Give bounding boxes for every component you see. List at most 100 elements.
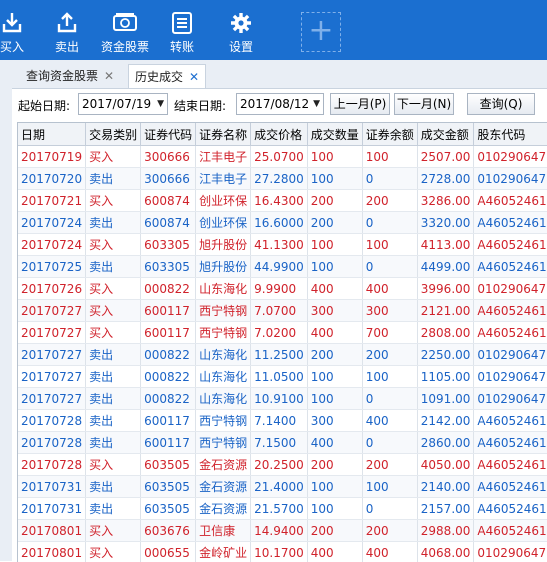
security-code-cell: 600117 xyxy=(141,432,196,454)
table-row[interactable]: 20170719买入300666江丰电子25.07001001002507.00… xyxy=(18,146,547,168)
column-header[interactable]: 证券名称 xyxy=(196,123,251,146)
shareholder-code-cell: A460524618 xyxy=(474,190,547,212)
shareholder-code-cell: 0102906477 xyxy=(474,278,547,300)
balance-cell: 400 xyxy=(362,410,417,432)
list-icon xyxy=(172,12,192,34)
close-icon[interactable]: ✕ xyxy=(104,69,114,83)
table-row[interactable]: 20170801买入000655金岭矿业10.17004004004068.00… xyxy=(18,542,547,562)
date-cell: 20170731 xyxy=(18,498,86,520)
security-name-cell: 创业环保 xyxy=(196,212,251,234)
security-code-cell: 600117 xyxy=(141,322,196,344)
security-name-cell: 西宁特钢 xyxy=(196,322,251,344)
date-filter-bar: 起始日期: 2017/07/19 ▼ 结束日期: 2017/08/12 ▼ 上一… xyxy=(12,89,547,121)
price-cell: 7.1400 xyxy=(251,410,308,432)
price-cell: 7.0200 xyxy=(251,322,308,344)
trade-type-cell: 卖出 xyxy=(86,410,141,432)
start-date-label: 起始日期: xyxy=(18,97,70,114)
left-edge-panel xyxy=(0,60,12,561)
trade-type-cell: 卖出 xyxy=(86,366,141,388)
price-cell: 10.9100 xyxy=(251,388,308,410)
price-cell: 14.9400 xyxy=(251,520,308,542)
tab-query-funds[interactable]: 查询资金股票 ✕ xyxy=(20,64,120,88)
table-row[interactable]: 20170727卖出000822山东海化11.05001001001105.00… xyxy=(18,366,547,388)
transfer-button[interactable]: 转账 xyxy=(161,0,203,60)
column-header[interactable]: 成交价格 xyxy=(251,123,308,146)
table-row[interactable]: 20170721买入600874创业环保16.43002002003286.00… xyxy=(18,190,547,212)
security-name-cell: 旭升股份 xyxy=(196,256,251,278)
tab-label: 查询资金股票 xyxy=(26,69,98,83)
buy-button[interactable]: 买入 xyxy=(0,0,32,60)
table-row[interactable]: 20170726买入000822山东海化9.99004004003996.000… xyxy=(18,278,547,300)
add-shortcut-button[interactable]: + xyxy=(301,12,341,52)
shareholder-code-cell: 0102906477 xyxy=(474,542,547,562)
column-header[interactable]: 日期 xyxy=(18,123,86,146)
table-row[interactable]: 20170728卖出600117西宁特钢7.14003004002142.00A… xyxy=(18,410,547,432)
close-icon[interactable]: ✕ xyxy=(189,70,199,84)
quantity-cell: 100 xyxy=(307,234,362,256)
quantity-cell: 200 xyxy=(307,344,362,366)
quantity-cell: 100 xyxy=(307,388,362,410)
date-cell: 20170720 xyxy=(18,168,86,190)
amount-cell: 4050.00 xyxy=(417,454,474,476)
settings-button[interactable]: 设置 xyxy=(220,0,262,60)
funds-stocks-button[interactable]: 资金股票 xyxy=(97,0,153,60)
shareholder-code-cell: A460524618 xyxy=(474,322,547,344)
column-header[interactable]: 成交金额 xyxy=(417,123,474,146)
table-row[interactable]: 20170727买入600117西宁特钢7.02004007002808.00A… xyxy=(18,322,547,344)
amount-cell: 2808.00 xyxy=(417,322,474,344)
end-date-label: 结束日期: xyxy=(174,97,226,114)
amount-cell: 2121.00 xyxy=(417,300,474,322)
amount-cell: 1091.00 xyxy=(417,388,474,410)
start-date-picker[interactable]: 2017/07/19 ▼ xyxy=(78,93,168,115)
security-name-cell: 金岭矿业 xyxy=(196,542,251,562)
table-row[interactable]: 20170728卖出600117西宁特钢7.150040002860.00A46… xyxy=(18,432,547,454)
prev-month-button[interactable]: 上一月(P) xyxy=(330,93,390,115)
column-header[interactable]: 成交数量 xyxy=(307,123,362,146)
table-row[interactable]: 20170727卖出000822山东海化11.25002002002250.00… xyxy=(18,344,547,366)
price-cell: 7.1500 xyxy=(251,432,308,454)
balance-cell: 200 xyxy=(362,344,417,366)
balance-cell: 0 xyxy=(362,498,417,520)
shareholder-code-cell: A460524618 xyxy=(474,454,547,476)
column-header[interactable]: 证券代码 xyxy=(141,123,196,146)
table-row[interactable]: 20170731卖出603505金石资源21.40001001002140.00… xyxy=(18,476,547,498)
table-row[interactable]: 20170727卖出000822山东海化10.910010001091.0001… xyxy=(18,388,547,410)
price-cell: 20.2500 xyxy=(251,454,308,476)
table-row[interactable]: 20170724卖出600874创业环保16.600020003320.00A4… xyxy=(18,212,547,234)
security-name-cell: 西宁特钢 xyxy=(196,432,251,454)
table-row[interactable]: 20170728买入603505金石资源20.25002002004050.00… xyxy=(18,454,547,476)
table-row[interactable]: 20170720卖出300666江丰电子27.280010002728.0001… xyxy=(18,168,547,190)
security-name-cell: 江丰电子 xyxy=(196,146,251,168)
amount-cell: 2728.00 xyxy=(417,168,474,190)
table-row[interactable]: 20170801买入603676卫信康14.94002002002988.00A… xyxy=(18,520,547,542)
download-icon xyxy=(1,12,23,34)
security-code-cell: 300666 xyxy=(141,168,196,190)
end-date-picker[interactable]: 2017/08/12 ▼ xyxy=(236,93,324,115)
column-header[interactable]: 交易类别 xyxy=(86,123,141,146)
table-row[interactable]: 20170731卖出603505金石资源21.570010002157.00A4… xyxy=(18,498,547,520)
column-header[interactable]: 证券余额 xyxy=(362,123,417,146)
security-code-cell: 000822 xyxy=(141,388,196,410)
query-button[interactable]: 查询(Q) xyxy=(467,93,535,115)
next-month-button[interactable]: 下一月(N) xyxy=(394,93,454,115)
sell-button[interactable]: 卖出 xyxy=(46,0,88,60)
table-body: 20170719买入300666江丰电子25.07001001002507.00… xyxy=(18,146,547,562)
shareholder-code-cell: 0102906477 xyxy=(474,388,547,410)
table-row[interactable]: 20170727买入600117西宁特钢7.07003003002121.00A… xyxy=(18,300,547,322)
settings-label: 设置 xyxy=(220,39,262,55)
shareholder-code-cell: A460524618 xyxy=(474,432,547,454)
table-row[interactable]: 20170725卖出603305旭升股份44.990010004499.00A4… xyxy=(18,256,547,278)
column-header[interactable]: 股东代码 xyxy=(474,123,547,146)
security-code-cell: 603505 xyxy=(141,498,196,520)
end-date-value: 2017/08/12 xyxy=(240,97,309,111)
trade-type-cell: 买入 xyxy=(86,300,141,322)
trade-type-cell: 买入 xyxy=(86,520,141,542)
date-cell: 20170727 xyxy=(18,388,86,410)
date-cell: 20170719 xyxy=(18,146,86,168)
shareholder-code-cell: 0102906477 xyxy=(474,168,547,190)
tab-history-trades[interactable]: 历史成交✕ xyxy=(128,64,206,88)
shareholder-code-cell: 0102906477 xyxy=(474,366,547,388)
security-name-cell: 金石资源 xyxy=(196,498,251,520)
balance-cell: 400 xyxy=(362,278,417,300)
table-row[interactable]: 20170724买入603305旭升股份41.13001001004113.00… xyxy=(18,234,547,256)
